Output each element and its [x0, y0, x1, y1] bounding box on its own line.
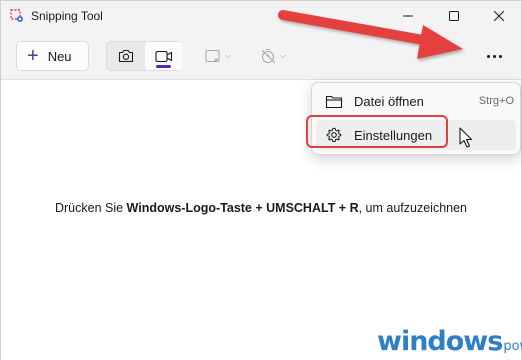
close-button[interactable]: [476, 1, 522, 31]
menu-item-open-file[interactable]: Datei öffnen Strg+O: [316, 86, 516, 116]
folder-icon: [325, 95, 343, 108]
mouse-cursor-icon: [459, 127, 473, 148]
camera-icon: [118, 49, 133, 63]
new-button-label: Neu: [47, 48, 72, 64]
video-camera-icon: [154, 50, 172, 62]
close-icon: [494, 11, 504, 21]
screenshot-mode-button[interactable]: [107, 42, 144, 70]
snip-shape-dropdown[interactable]: ⌵: [205, 41, 231, 71]
new-button[interactable]: + Neu: [16, 41, 89, 71]
menu-item-label: Datei öffnen: [354, 93, 424, 109]
annotation-highlight-box: [306, 115, 448, 148]
snipping-tool-window: Snipping Tool + Neu ⌵ ⌵ Drücken Sie Wind…: [0, 0, 522, 360]
watermark-sub: power.: [503, 339, 522, 354]
record-shortcut-hint: Drücken Sie Windows-Logo-Taste + UMSCHAL…: [54, 201, 468, 215]
annotation-arrow: [278, 10, 463, 59]
capture-mode-toggle: [106, 41, 182, 71]
timer-off-icon: [261, 48, 276, 64]
selected-mode-indicator: [156, 65, 171, 68]
watermark-main: windows: [377, 326, 503, 357]
more-options-button[interactable]: [479, 46, 509, 66]
more-dots-icon: [486, 54, 490, 58]
video-mode-button[interactable]: [145, 42, 182, 70]
snipping-tool-app-icon: [10, 9, 23, 22]
plus-icon: +: [27, 45, 39, 67]
menu-item-shortcut: Strg+O: [478, 95, 514, 107]
watermark-logo: windows power.: [377, 326, 522, 357]
window-title: Snipping Tool: [31, 9, 103, 23]
shortcut-keys: Windows-Logo-Taste + UMSCHALT + R: [126, 201, 359, 215]
rectangle-select-icon: [205, 49, 220, 63]
chevron-down-icon: ⌵: [225, 51, 232, 60]
